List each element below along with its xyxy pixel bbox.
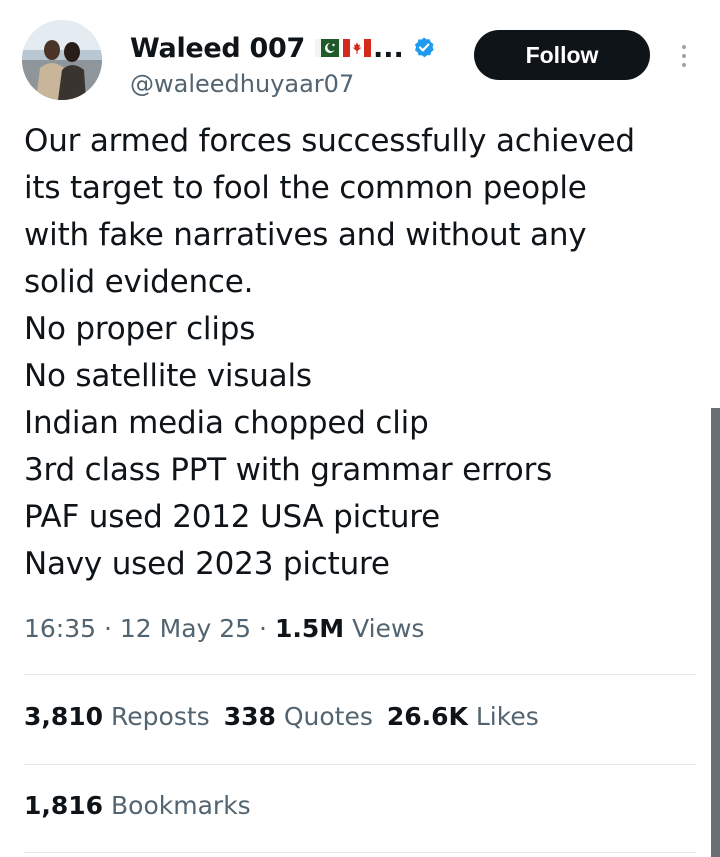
follow-button[interactable]: Follow <box>474 30 650 80</box>
more-dot <box>682 45 686 49</box>
reposts-label: Reposts <box>111 702 210 731</box>
tweet-text-line: Navy used 2023 picture <box>24 546 390 582</box>
tweet-text-line: with fake narratives and without any <box>24 217 587 253</box>
tweet-text-line: Indian media chopped clip <box>24 405 429 441</box>
divider <box>24 852 696 853</box>
flags <box>315 39 372 57</box>
display-name[interactable]: Waleed 007 <box>130 33 305 64</box>
more-dot <box>682 63 686 67</box>
canada-flag-icon <box>343 39 372 57</box>
tweet-text-line: 3rd class PPT with grammar errors <box>24 452 553 488</box>
views-count: 1.5M <box>274 614 345 643</box>
reposts-count: 3,810 <box>24 702 104 731</box>
tweet-date[interactable]: 12 May 25 <box>120 614 251 643</box>
quotes-stat[interactable]: 338 Quotes <box>224 702 373 731</box>
avatar[interactable] <box>22 20 102 100</box>
quotes-count: 338 <box>223 702 276 731</box>
bookmarks-label: Bookmarks <box>111 791 251 820</box>
author-handle[interactable]: @waleedhuyaar07 <box>130 70 354 98</box>
tweet-text-line: No proper clips <box>24 311 256 347</box>
tweet-text-line: solid evidence. <box>24 264 254 300</box>
likes-stat[interactable]: 26.6K Likes <box>387 702 539 731</box>
avatar-photo <box>22 20 102 100</box>
more-dot <box>682 54 686 58</box>
tweet-text-line: No satellite visuals <box>24 358 312 394</box>
views-label: Views <box>352 614 425 643</box>
tweet-header: Waleed 007 ... @waleedhuyaar07 Follow <box>22 20 698 102</box>
engagement-stats: 3,810 Reposts 338 Quotes 26.6K Likes <box>24 702 539 731</box>
likes-label: Likes <box>475 702 539 731</box>
tweet-meta: 16:35 · 12 May 25 · 1.5M Views <box>24 614 424 643</box>
tweet-text-line: PAF used 2012 USA picture <box>24 499 441 535</box>
meta-separator: · <box>96 614 120 643</box>
tweet-text-line: its target to fool the common people <box>24 170 587 206</box>
verified-badge-icon <box>412 36 436 60</box>
tweet-time[interactable]: 16:35 <box>24 614 96 643</box>
more-vertical-icon[interactable] <box>674 36 694 76</box>
bookmarks-stat[interactable]: 1,816 Bookmarks <box>24 791 251 820</box>
scrollbar[interactable] <box>711 408 720 857</box>
bookmarks-count: 1,816 <box>24 791 104 820</box>
meta-separator: · <box>251 614 275 643</box>
divider <box>24 674 696 675</box>
likes-count: 26.6K <box>386 702 468 731</box>
pakistan-flag-icon <box>315 39 340 57</box>
tweet-text: Our armed forces successfully achieved i… <box>24 118 694 588</box>
tweet-card: Waleed 007 ... @waleedhuyaar07 Follow Ou… <box>0 0 720 857</box>
quotes-label: Quotes <box>283 702 373 731</box>
author-name-row: Waleed 007 ... <box>130 28 436 68</box>
tweet-text-line: Our armed forces successfully achieved <box>24 123 635 159</box>
name-truncation: ... <box>373 32 404 64</box>
reposts-stat[interactable]: 3,810 Reposts <box>24 702 210 731</box>
divider <box>24 764 696 765</box>
